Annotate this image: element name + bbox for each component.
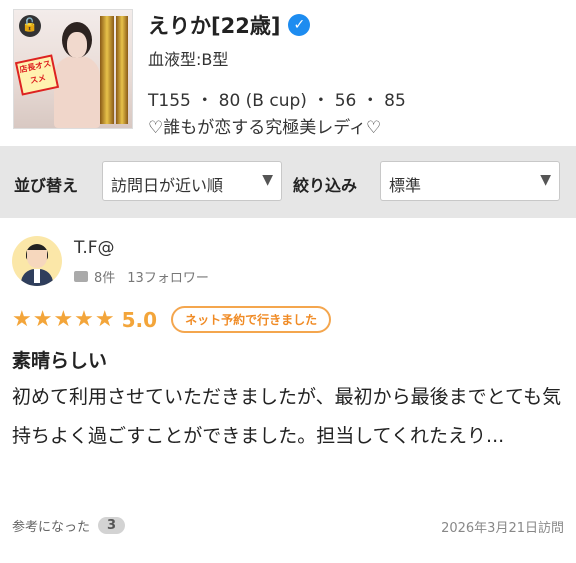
- sort-select-value: 訪問日が近い順: [111, 176, 224, 195]
- filter-label: 絞り込み: [293, 176, 358, 195]
- rating-score: 5.0: [121, 307, 158, 332]
- cast-thumbnail[interactable]: 🔓 店長オススメ: [13, 9, 133, 129]
- follower-count[interactable]: 13フォロワー: [127, 267, 209, 286]
- review-title: 素晴らしい: [12, 350, 108, 372]
- helpful-button[interactable]: 参考になった 3: [12, 516, 126, 535]
- measurements: T155 ・ 80 (B cup) ・ 56 ・ 85: [148, 91, 406, 111]
- avatar-face: [27, 250, 47, 268]
- filter-bar: 並び替え 訪問日が近い順 ▼ 絞り込み 標準 ▼: [0, 146, 576, 218]
- avatar-tie: [34, 269, 40, 283]
- blood-type: 血液型:B型: [148, 50, 229, 69]
- decoration-pillar: [116, 16, 128, 124]
- reviewer-name[interactable]: T.F@: [74, 238, 115, 258]
- review-body[interactable]: 初めて利用させていただきましたが、最初から最後までとても気持ちよく過ごすことがで…: [12, 378, 564, 456]
- lock-icon: 🔓: [19, 15, 41, 37]
- helpful-label: 参考になった: [12, 520, 91, 535]
- catchphrase: ♡誰もが恋する究極美レディ♡: [148, 118, 382, 138]
- recommend-badge: 店長オススメ: [14, 54, 60, 96]
- avatar[interactable]: [12, 236, 62, 286]
- decoration-pillar: [100, 16, 114, 124]
- sort-select[interactable]: 訪問日が近い順 ▼: [102, 161, 282, 201]
- caret-down-icon: ▼: [540, 172, 551, 188]
- rating-row: ★★★★★ 5.0 ネット予約で行きました: [12, 306, 332, 333]
- reviewer-stats: 8件 13フォロワー: [74, 267, 209, 286]
- photo-figure: [54, 56, 100, 128]
- star-rating-icon: ★★★★★: [12, 307, 116, 332]
- review-footer: 参考になった 3 2026年3月21日訪問: [12, 514, 564, 538]
- sort-label: 並び替え: [14, 176, 79, 195]
- review-card: T.F@ 8件 13フォロワー ★★★★★ 5.0 ネット予約で行きました 素晴…: [0, 218, 576, 563]
- cast-name[interactable]: えりか[22歳]: [148, 10, 280, 40]
- check-badge-icon: ✓: [288, 14, 311, 36]
- photo-face: [67, 32, 87, 58]
- filter-select-value: 標準: [389, 176, 422, 195]
- visit-date: 2026年3月21日訪問: [441, 521, 564, 536]
- net-reservation-badge: ネット予約で行きました: [171, 306, 332, 333]
- helpful-count: 3: [98, 517, 126, 534]
- comment-icon: [74, 271, 88, 282]
- cast-profile: 🔓 店長オススメ えりか[22歳] ✓ 血液型:B型 T155 ・ 80 (B …: [0, 0, 576, 140]
- name-row: えりか[22歳] ✓: [148, 10, 311, 40]
- filter-select[interactable]: 標準 ▼: [380, 161, 560, 201]
- caret-down-icon: ▼: [262, 172, 273, 188]
- post-count: 8件: [94, 271, 116, 286]
